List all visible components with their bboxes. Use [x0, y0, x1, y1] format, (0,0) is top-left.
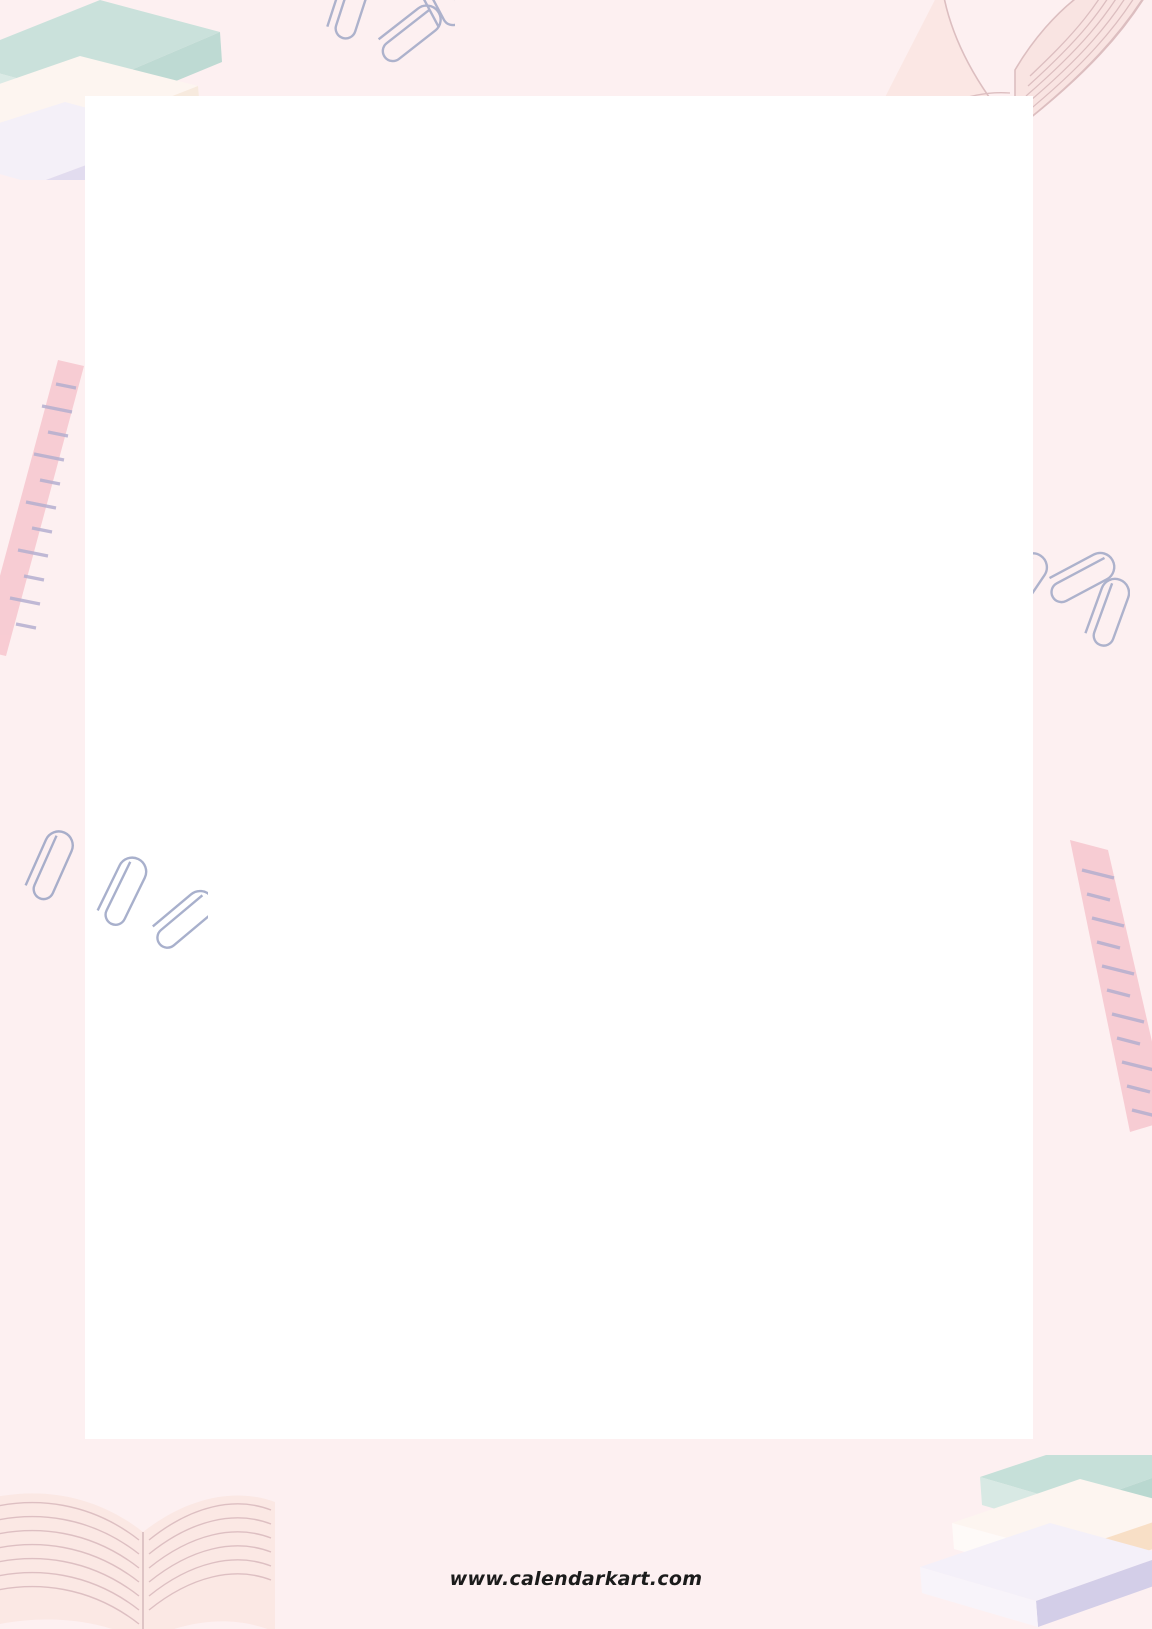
schedule-card	[85, 96, 1033, 1439]
open-book-bottom-left-icon	[0, 1493, 275, 1629]
footer-url[interactable]: www.calendarkart.com	[0, 1568, 1152, 1590]
ruler-right-icon	[1070, 840, 1152, 1132]
paperclip-cluster-top-icon	[326, 0, 455, 63]
book-stack-bottom-right-icon	[920, 1455, 1152, 1627]
